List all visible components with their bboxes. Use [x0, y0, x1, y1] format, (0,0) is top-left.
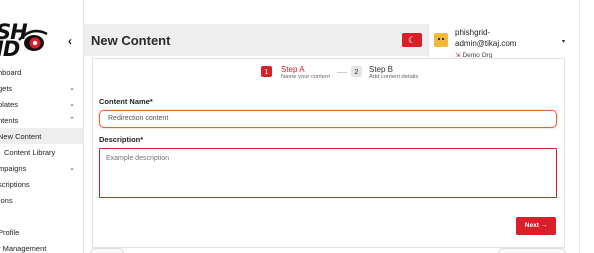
step-a-title: Step A: [281, 65, 305, 74]
sidebar-item-label: hboard: [0, 67, 22, 77]
phishgrid-logo[interactable]: SHID: [0, 18, 66, 60]
chevron-down-icon: ⌄: [69, 165, 75, 172]
footer-pill-right: [498, 248, 566, 253]
chevron-up-icon: ⌃: [69, 117, 75, 124]
sidebar-item-campaigns[interactable]: mpaigns ⌄: [0, 160, 83, 176]
sidebar-item-subscriptions[interactable]: scriptions: [0, 176, 83, 192]
chevron-down-icon: ⌄: [69, 85, 75, 92]
sidebar-item-label: Content Library: [4, 147, 56, 157]
sidebar-item-profile[interactable]: Profile: [0, 224, 83, 240]
footer-pill-left: [90, 248, 124, 253]
sidebar-item-label: ntents: [0, 115, 19, 125]
stepper: 1 Step A Name your content 2 Step B Add …: [261, 65, 461, 86]
theme-toggle-button[interactable]: ☾: [402, 33, 422, 47]
content-name-label: Content Name*: [99, 97, 153, 106]
eye-logo-icon: [18, 29, 48, 51]
step-a-number: 1: [261, 66, 272, 77]
step-b-title: Step B: [369, 65, 394, 74]
content-form-card: 1 Step A Name your content 2 Step B Add …: [92, 58, 565, 248]
sidebar-item-templates[interactable]: plates ⌄: [0, 96, 83, 112]
page-title: New Content: [91, 33, 171, 48]
sidebar-item-targets[interactable]: gets ⌄: [0, 80, 83, 96]
next-button[interactable]: Next →: [516, 217, 556, 235]
sidebar-item-label: Profile: [0, 227, 20, 237]
sidebar-item-dashboard[interactable]: hboard: [0, 64, 83, 80]
description-textarea[interactable]: [99, 148, 557, 198]
content-name-input[interactable]: Redirection content: [99, 110, 557, 128]
sidebar-item-label: gets: [0, 83, 13, 93]
sidebar-item-new-content[interactable]: New Content: [0, 128, 83, 144]
avatar: [434, 33, 448, 47]
sidebar-item-user-management[interactable]: r Management: [0, 240, 83, 253]
moon-icon: ☾: [407, 35, 417, 45]
sidebar-item-content-library[interactable]: Content Library: [0, 144, 83, 160]
sidebar-item-label: -ons: [0, 195, 13, 205]
sidebar-item-label: scriptions: [0, 179, 30, 189]
sidebar-item-contents[interactable]: ntents ⌃: [0, 112, 83, 128]
sidebar-item-label: plates: [0, 99, 19, 109]
step-b-number: 2: [351, 66, 362, 77]
sidebar-item-label: New Content: [0, 131, 42, 141]
sidebar-item-add-ons[interactable]: -ons: [0, 192, 83, 208]
sidebar-item-label: r Management: [0, 243, 47, 253]
step-connector: [337, 72, 347, 73]
step-b-subtitle: Add content details: [369, 74, 419, 80]
sidebar-nav: hboard gets ⌄ plates ⌄ ntents ⌃ New Cont…: [0, 64, 83, 253]
sidebar-item-label: mpaigns: [0, 163, 27, 173]
scrollbar-track[interactable]: [579, 0, 594, 253]
caret-down-icon[interactable]: ▾: [562, 38, 565, 45]
description-label: Description*: [99, 135, 144, 144]
collapse-sidebar-icon[interactable]: ‹: [68, 34, 72, 48]
step-a-subtitle: Name your content: [281, 74, 330, 80]
user-menu[interactable]: phishgrid-admin@tikaj.com ⇲ Demo Org ▾: [428, 24, 579, 59]
user-email: phishgrid-admin@tikaj.com: [455, 28, 517, 48]
sidebar: SHID ‹ hboard gets ⌄ plates ⌄ ntents ⌃ N…: [0, 0, 84, 253]
chevron-down-icon: ⌄: [69, 101, 75, 108]
